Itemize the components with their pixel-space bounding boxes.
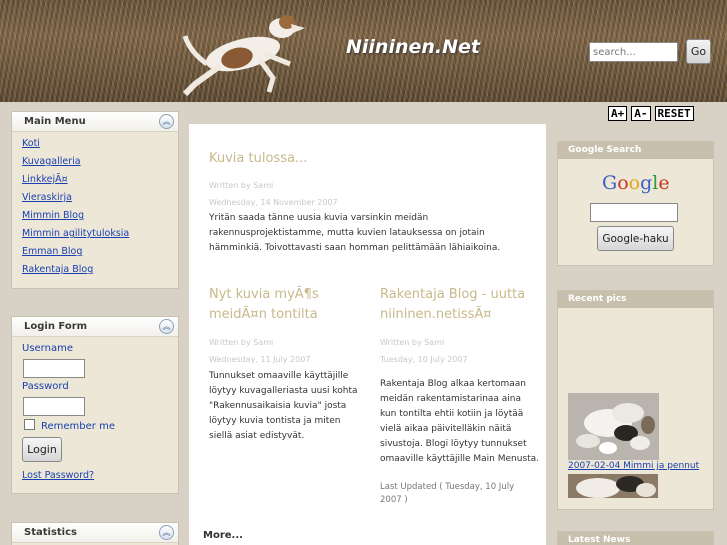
font-reset-button[interactable]: RESET <box>654 106 694 121</box>
recent-pics-title: Recent pics <box>558 291 713 308</box>
article-body: Rakentaja Blog alkaa kertomaan meidän ra… <box>380 379 540 464</box>
remember-me-label: Remember me <box>41 421 115 432</box>
search-go-button[interactable]: Go <box>686 39 711 64</box>
google-search-input[interactable] <box>590 203 678 222</box>
menu-item-kuvagalleria[interactable]: Kuvagalleria <box>22 156 81 167</box>
statistics-module: Statistics ︽ <box>11 522 179 545</box>
password-field[interactable] <box>23 397 85 416</box>
menu-item-linkkeja[interactable]: LinkkejÃ¤ <box>22 174 68 185</box>
menu-item-mimmin-agility[interactable]: Mimmin agilitytuloksia <box>22 228 129 239</box>
main-menu-header: Main Menu ︽ <box>12 112 178 132</box>
site-header: Niininen.Net Go <box>0 0 727 102</box>
article-date: Tuesday, 10 July 2007 <box>380 355 468 364</box>
statistics-title: Statistics <box>24 527 77 538</box>
article-body: Yritän saada tänne uusia kuvia varsinkin… <box>209 213 501 253</box>
password-label: Password <box>22 381 69 392</box>
collapse-icon[interactable]: ︽ <box>159 319 174 334</box>
font-size-tools: A+ A- RESET <box>608 106 694 121</box>
latest-news-module: Latest News <box>557 531 714 545</box>
more-link[interactable]: More... <box>203 530 243 541</box>
menu-item-rakentaja-blog[interactable]: Rakentaja Blog <box>22 264 93 275</box>
article-body: Tunnukset omaaville käyttäjille löytyy k… <box>209 371 358 441</box>
article-title[interactable]: Rakentaja Blog - uutta niininen.netissÃ¤ <box>380 285 538 325</box>
main-content: Kuvia tulossa... Written by Sami Wednesd… <box>189 124 546 545</box>
username-field[interactable] <box>23 359 85 378</box>
username-label: Username <box>22 343 73 354</box>
login-button[interactable]: Login <box>22 437 62 462</box>
collapse-icon[interactable]: ︽ <box>159 114 174 129</box>
login-form-title: Login Form <box>24 321 88 332</box>
article-author: Written by Sami <box>209 338 274 347</box>
menu-item-mimmin-blog[interactable]: Mimmin Blog <box>22 210 84 221</box>
login-form-module: Login Form ︽ Username Password Remember … <box>11 316 179 494</box>
google-search-title: Google Search <box>558 142 713 159</box>
font-decrease-button[interactable]: A- <box>631 106 651 121</box>
main-menu-title: Main Menu <box>24 116 86 127</box>
menu-item-emman-blog[interactable]: Emman Blog <box>22 246 82 257</box>
article-author: Written by Sami <box>209 181 274 190</box>
main-menu-module: Main Menu ︽ Koti Kuvagalleria LinkkejÃ¤ … <box>11 111 179 289</box>
google-logo: Google <box>602 172 670 194</box>
lost-password-link[interactable]: Lost Password? <box>22 470 94 481</box>
second-photo[interactable] <box>568 474 658 498</box>
google-search-module: Google Search Google Google-haku <box>557 141 714 266</box>
article-last-updated: Last Updated ( Tuesday, 10 July 2007 ) <box>380 482 515 505</box>
menu-item-vieraskirja[interactable]: Vieraskirja <box>22 192 72 203</box>
article-title[interactable]: Kuvia tulossa... <box>209 149 529 169</box>
login-form-header: Login Form ︽ <box>12 317 178 337</box>
article-title[interactable]: Nyt kuvia myÃ¶s meidÃ¤n tontilta <box>209 285 357 325</box>
font-increase-button[interactable]: A+ <box>608 106 628 121</box>
recent-pic-caption-link[interactable]: 2007-02-04 Mimmi ja pennut <box>568 461 699 471</box>
latest-news-title: Latest News <box>558 532 713 545</box>
article-author: Written by Sami <box>380 338 445 347</box>
site-title: Niininen.Net <box>346 36 480 58</box>
collapse-icon[interactable]: ︽ <box>159 525 174 540</box>
menu-item-koti[interactable]: Koti <box>22 138 40 149</box>
puppies-photo[interactable] <box>568 393 659 460</box>
article-date: Wednesday, 11 July 2007 <box>209 355 311 364</box>
statistics-header: Statistics ︽ <box>12 523 178 543</box>
recent-pics-module: Recent pics 2007-02-04 Mimmi ja pennut <box>557 290 714 510</box>
search-input[interactable] <box>589 42 678 62</box>
running-dog-image <box>182 15 305 97</box>
google-search-button[interactable]: Google-haku <box>597 226 674 251</box>
remember-me-checkbox[interactable] <box>24 419 35 430</box>
article-date: Wednesday, 14 November 2007 <box>209 198 338 207</box>
